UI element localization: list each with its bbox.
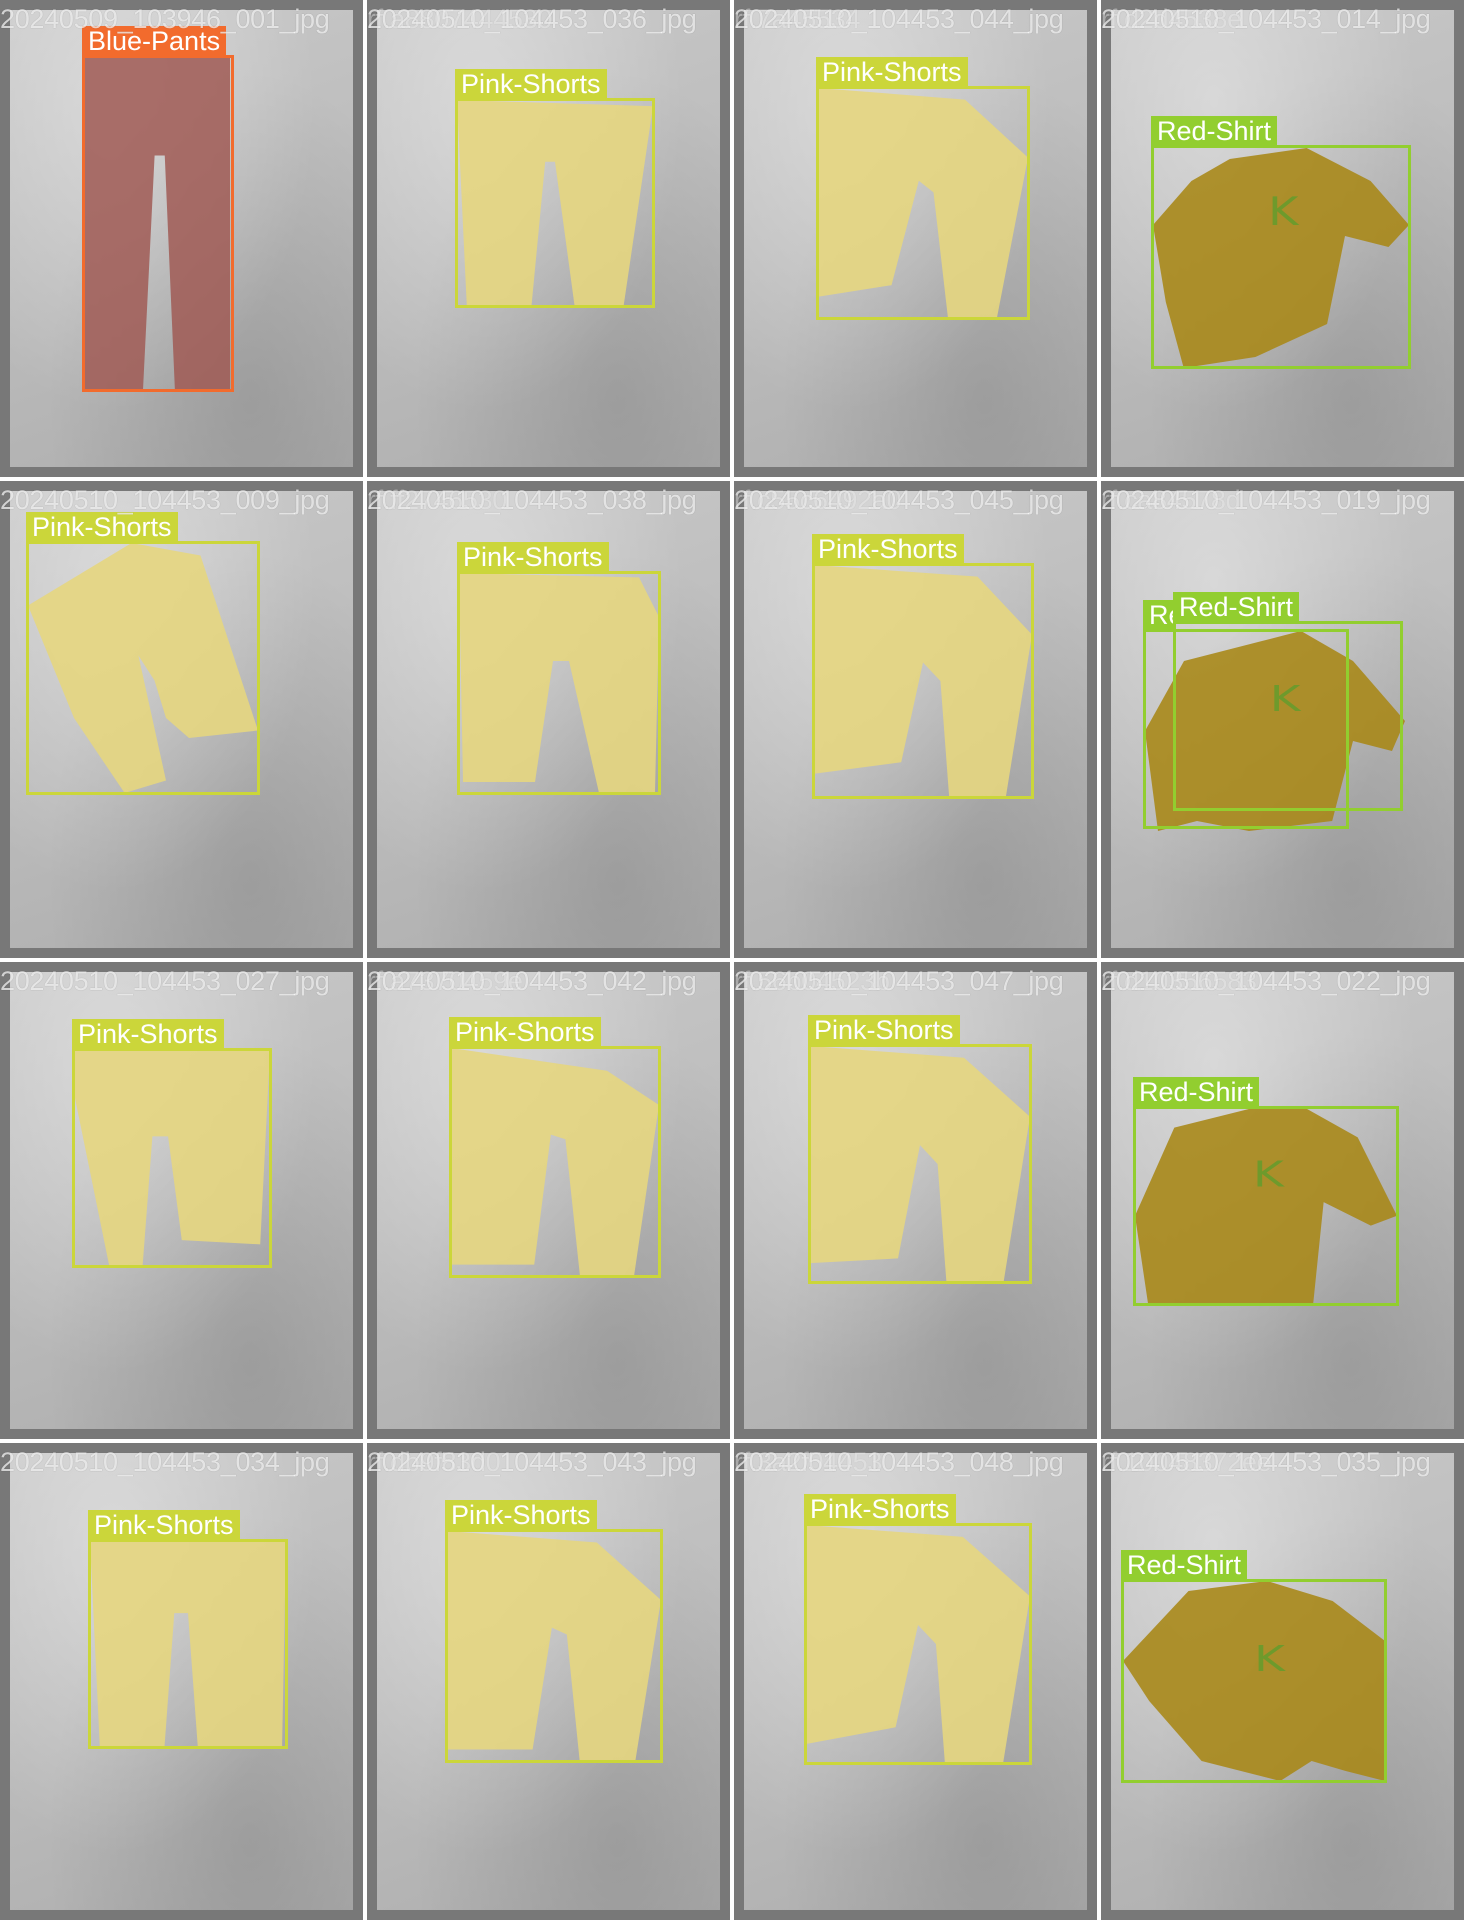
filename-label: 20240510_104453_034_jpg	[0, 1447, 330, 1477]
filename-label: 20240510_104453_009_jpg	[0, 485, 330, 515]
bounding-box: Pink-Shorts	[449, 1017, 661, 1278]
bounding-box: Pink-Shorts	[804, 1494, 1032, 1765]
bounding-box: Red-Shirt	[1151, 116, 1411, 369]
image-tile[interactable]: 20240509_103946_001_jpg Blue-Pants	[0, 0, 363, 477]
bounding-box: Pink-Shorts	[72, 1019, 272, 1268]
filename-label: 20240510_104453_035_jpg rf.10048372ee	[1101, 1447, 1431, 1477]
filename-label: 20240510_104453_047_jpg rf.56b04523b	[734, 966, 1064, 996]
filename-label: 20240510_104453_036_jpg rf.a8807444530	[367, 4, 697, 34]
filename-label: 20240510_104453_044_jpg rf.7a45534	[734, 4, 1064, 34]
bounding-box: Pink-Shorts	[455, 69, 655, 308]
filename-label: 20240510_104453_022_jpg rf.d10356583	[1101, 966, 1431, 996]
image-tile[interactable]: 20240510_104453_042_jpg rf.a7370459e Pink…	[367, 962, 730, 1439]
image-tile[interactable]: 20240510_104453_048_jpg rf.3a2f04453 Pink…	[734, 1443, 1097, 1920]
class-label: Pink-Shorts	[88, 1510, 240, 1540]
class-label: Pink-Shorts	[72, 1019, 224, 1049]
filename-label: 20240510_104453_027_jpg	[0, 966, 330, 996]
bounding-box: Pink-Shorts	[445, 1500, 663, 1763]
filename-label: 20240510_104453_038_jpg rf.ff2746530	[367, 485, 697, 515]
image-tile[interactable]: 20240510_104453_038_jpg rf.ff2746530 Pink…	[367, 481, 730, 958]
bounding-box: Red-Shirt	[1173, 592, 1403, 811]
class-label: Red-Shirt	[1151, 116, 1278, 146]
class-label: Pink-Shorts	[445, 1500, 597, 1530]
bounding-box: Pink-Shorts	[88, 1510, 288, 1749]
class-label: Pink-Shorts	[455, 69, 607, 99]
filename-label: 20240510_104453_043_jpg rf.db9f83d0	[367, 1447, 697, 1477]
filename-label: 20240510_104453_014_jpg rf.d2d4538e	[1101, 4, 1431, 34]
image-tile[interactable]: 20240510_104453_036_jpg rf.a8807444530 Pi…	[367, 0, 730, 477]
bounding-box: Pink-Shorts	[816, 57, 1030, 320]
class-label: Red-Shirt	[1173, 592, 1300, 622]
class-label: Red-Shirt	[1133, 1077, 1260, 1107]
image-tile[interactable]: 20240510_104453_034_jpg Pink-Shorts	[0, 1443, 363, 1920]
bounding-box: Red-Shirt	[1133, 1077, 1399, 1306]
image-tile[interactable]: 20240510_104453_027_jpg Pink-Shorts	[0, 962, 363, 1439]
image-tile[interactable]: 20240510_104453_014_jpg rf.d2d4538e K Red…	[1101, 0, 1464, 477]
filename-label: 20240509_103946_001_jpg	[0, 4, 330, 34]
image-tile[interactable]: 20240510_104453_045_jpg rf.c55c6492a0 Pin…	[734, 481, 1097, 958]
class-label: Red-Shirt	[1143, 600, 1175, 630]
bounding-box: Red-Shirt	[1121, 1550, 1387, 1783]
class-label: Pink-Shorts	[804, 1494, 956, 1524]
filename-label: 20240510_104453_045_jpg rf.c55c6492a0	[734, 485, 1064, 515]
image-tile[interactable]: 20240510_104453_044_jpg rf.7a45534 Pink-S…	[734, 0, 1097, 477]
bounding-box: Pink-Shorts	[26, 512, 260, 795]
image-tile[interactable]: 20240510_104453_043_jpg rf.db9f83d0 Pink-…	[367, 1443, 730, 1920]
bounding-box: Pink-Shorts	[808, 1015, 1032, 1284]
bounding-box: Blue-Pants	[82, 26, 234, 392]
filename-label: 20240510_104453_042_jpg rf.a7370459e	[367, 966, 697, 996]
image-tile[interactable]: 20240510_104453_047_jpg rf.56b04523b Pink…	[734, 962, 1097, 1439]
image-tile[interactable]: 20240510_104453_009_jpg Pink-Shorts	[0, 481, 363, 958]
class-label: Pink-Shorts	[457, 542, 609, 572]
image-tile[interactable]: 20240510_104453_022_jpg rf.d10356583 K Re…	[1101, 962, 1464, 1439]
image-tile[interactable]: 20240510_104453_019_jpgrf.ca84578d K Red…	[1101, 481, 1464, 958]
bounding-box: Pink-Shorts	[457, 542, 661, 795]
class-label: Pink-Shorts	[26, 512, 178, 542]
class-label: Pink-Shorts	[449, 1017, 601, 1047]
filename-label: 20240510_104453_019_jpg rf.ca84578d	[1101, 485, 1431, 515]
class-label: Pink-Shorts	[812, 534, 964, 564]
class-label: Pink-Shorts	[816, 57, 968, 87]
filename-label: 20240510_104453_048_jpg rf.3a2f04453	[734, 1447, 1064, 1477]
bounding-box: Pink-Shorts	[812, 534, 1034, 799]
detection-grid: 20240509_103946_001_jpg Blue-Pants 20240…	[0, 0, 1464, 1920]
class-label: Red-Shirt	[1121, 1550, 1248, 1580]
class-label: Pink-Shorts	[808, 1015, 960, 1045]
image-tile[interactable]: 20240510_104453_035_jpg rf.10048372ee K R…	[1101, 1443, 1464, 1920]
